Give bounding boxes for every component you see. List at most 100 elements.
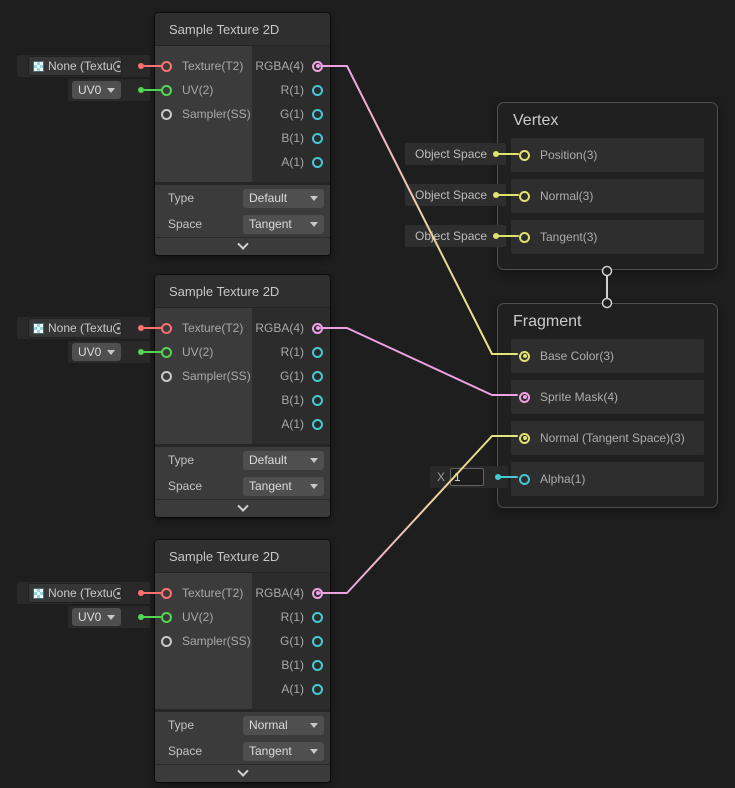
port-label: B(1)	[281, 393, 304, 407]
base-color-input-port[interactable]	[519, 351, 530, 362]
chevron-down-icon	[310, 484, 318, 489]
object-space-binding-normal: Object Space	[405, 184, 506, 206]
r-output-port[interactable]	[312, 347, 323, 358]
node-title[interactable]: Sample Texture 2D	[155, 275, 330, 308]
port-row-a: A(1)	[252, 412, 330, 436]
g-output-port[interactable]	[312, 636, 323, 647]
node-title[interactable]: Sample Texture 2D	[155, 540, 330, 573]
normal-input-port[interactable]	[519, 191, 530, 202]
normal-tangent-space-input-port[interactable]	[519, 433, 530, 444]
sampler-input-port[interactable]	[161, 109, 172, 120]
shader-graph-canvas[interactable]: Sample Texture 2D Texture(T2) UV(2) Samp…	[0, 0, 735, 788]
uv-dropdown-value: UV0	[78, 610, 101, 624]
space-dropdown-value: Tangent	[249, 744, 292, 758]
uv-input-port[interactable]	[161, 612, 172, 623]
a-output-port[interactable]	[312, 419, 323, 430]
space-dropdown[interactable]: Tangent	[243, 477, 324, 496]
tangent-input-port[interactable]	[519, 232, 530, 243]
type-dropdown[interactable]: Default	[243, 189, 324, 208]
node-fragment[interactable]: Fragment Base Color(3) Sprite Mask(4) No…	[497, 303, 718, 508]
texture-checker-icon	[33, 61, 44, 72]
default-value-dot	[138, 87, 144, 93]
space-dropdown[interactable]: Tangent	[243, 742, 324, 761]
port-row-r: R(1)	[252, 340, 330, 364]
port-label: Texture(T2)	[182, 586, 243, 600]
texture-object-field[interactable]: None (Textu	[28, 318, 122, 338]
node-title[interactable]: Sample Texture 2D	[155, 13, 330, 46]
alpha-value-input[interactable]	[450, 468, 484, 486]
b-output-port[interactable]	[312, 133, 323, 144]
alpha-input-port[interactable]	[519, 474, 530, 485]
port-label: Texture(T2)	[182, 59, 243, 73]
collapse-button[interactable]	[155, 237, 330, 255]
object-picker-icon[interactable]	[113, 588, 122, 599]
a-output-port[interactable]	[312, 684, 323, 695]
uv-channel-dropdown[interactable]: UV0	[72, 343, 121, 361]
sprite-mask-input-port[interactable]	[519, 392, 530, 403]
type-dropdown[interactable]: Default	[243, 451, 324, 470]
type-label: Type	[168, 191, 194, 205]
uv-dropdown-value: UV0	[78, 345, 101, 359]
uv-input-port[interactable]	[161, 85, 172, 96]
texture-object-field[interactable]: None (Textu	[28, 583, 122, 603]
rgba-output-port[interactable]	[312, 588, 323, 599]
node-sample-texture-2d-1[interactable]: Sample Texture 2D Texture(T2) UV(2) Samp…	[155, 13, 330, 255]
space-row: Space Tangent	[155, 211, 330, 237]
uv-dropdown-value: UV0	[78, 83, 101, 97]
rgba-output-port[interactable]	[312, 323, 323, 334]
texture-input-port[interactable]	[161, 61, 172, 72]
object-picker-icon[interactable]	[113, 323, 122, 334]
chevron-down-icon	[310, 749, 318, 754]
type-dropdown-value: Default	[249, 453, 287, 467]
texture-input-port[interactable]	[161, 323, 172, 334]
texture-object-value: None (Textu	[48, 321, 113, 335]
uv-default-widget-2: UV0	[68, 341, 150, 363]
g-output-port[interactable]	[312, 371, 323, 382]
alpha-default-widget: X	[430, 466, 508, 488]
space-label: Space	[168, 217, 202, 231]
edge-rgba1-to-base-color[interactable]	[321, 66, 517, 354]
a-output-port[interactable]	[312, 157, 323, 168]
object-space-binding-tangent: Object Space	[405, 225, 506, 247]
b-output-port[interactable]	[312, 395, 323, 406]
uv-channel-dropdown[interactable]: UV0	[72, 81, 121, 99]
space-label: Space	[168, 479, 202, 493]
position-input-port[interactable]	[519, 150, 530, 161]
port-label: B(1)	[281, 658, 304, 672]
uv-input-port[interactable]	[161, 347, 172, 358]
collapse-button[interactable]	[155, 499, 330, 517]
node-title[interactable]: Vertex	[498, 103, 717, 138]
sampler-input-port[interactable]	[161, 636, 172, 647]
port-label: B(1)	[281, 131, 304, 145]
collapse-button[interactable]	[155, 764, 330, 782]
node-vertex[interactable]: Vertex Position(3) Normal(3) Tangent(3)	[497, 102, 718, 270]
node-body: Texture(T2) UV(2) Sampler(SS) RGBA(4) R(…	[155, 573, 330, 709]
texture-checker-icon	[33, 588, 44, 599]
r-output-port[interactable]	[312, 612, 323, 623]
edge-rgba3-to-normal-tangent-space[interactable]	[321, 436, 517, 593]
g-output-port[interactable]	[312, 109, 323, 120]
r-output-port[interactable]	[312, 85, 323, 96]
rgba-output-port[interactable]	[312, 61, 323, 72]
texture-input-port[interactable]	[161, 588, 172, 599]
node-controls: Type Default Space Tangent	[155, 182, 330, 237]
type-label: Type	[168, 453, 194, 467]
node-sample-texture-2d-2[interactable]: Sample Texture 2D Texture(T2) UV(2) Samp…	[155, 275, 330, 517]
output-column: RGBA(4) R(1) G(1) B(1) A(1)	[252, 573, 330, 709]
space-dropdown[interactable]: Tangent	[243, 215, 324, 234]
b-output-port[interactable]	[312, 660, 323, 671]
uv-channel-dropdown[interactable]: UV0	[72, 608, 121, 626]
edge-rgba2-to-sprite-mask[interactable]	[321, 328, 517, 395]
texture-object-field[interactable]: None (Textu	[28, 56, 122, 76]
sampler-input-port[interactable]	[161, 371, 172, 382]
node-sample-texture-2d-3[interactable]: Sample Texture 2D Texture(T2) UV(2) Samp…	[155, 540, 330, 782]
object-picker-icon[interactable]	[113, 61, 122, 72]
texture-object-value: None (Textu	[48, 59, 113, 73]
port-row-a: A(1)	[252, 150, 330, 174]
node-title[interactable]: Fragment	[498, 304, 717, 339]
fragment-row-normal-tangent-space: Normal (Tangent Space)(3)	[511, 421, 704, 455]
default-value-dot	[138, 349, 144, 355]
type-dropdown[interactable]: Normal	[243, 716, 324, 735]
fragment-row-base-color: Base Color(3)	[511, 339, 704, 373]
port-row-r: R(1)	[252, 78, 330, 102]
